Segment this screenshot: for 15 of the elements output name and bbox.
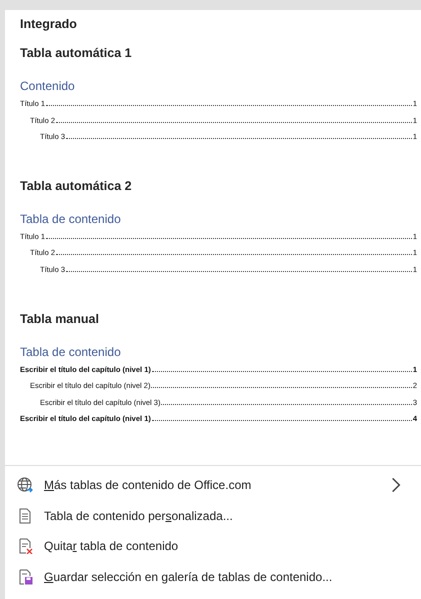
globe-icon: [17, 477, 33, 494]
document-icon: [17, 508, 33, 524]
gallery-item-title[interactable]: Tabla manual: [20, 312, 417, 326]
gallery-item-title[interactable]: Tabla automática 2: [20, 178, 417, 193]
toc-heading: Contenido: [20, 79, 76, 93]
menu-item[interactable]: Quitar tabla de contenido: [5, 531, 421, 562]
document-remove-icon: [17, 538, 33, 554]
category-heading: Integrado: [20, 17, 78, 31]
menu-item[interactable]: Guardar selección en galería de tablas de contenido...: [5, 562, 421, 592]
toc-heading: Tabla de contenido: [20, 212, 122, 226]
menu-item[interactable]: Más tablas de contenido de Office.com: [5, 470, 421, 500]
document-save-icon: [17, 568, 33, 585]
gallery-item-title[interactable]: Tabla automática 1: [20, 46, 417, 60]
menu-item[interactable]: Tabla de contenido personalizada...: [5, 500, 421, 531]
toc-heading: Tabla de contenido: [20, 344, 122, 359]
